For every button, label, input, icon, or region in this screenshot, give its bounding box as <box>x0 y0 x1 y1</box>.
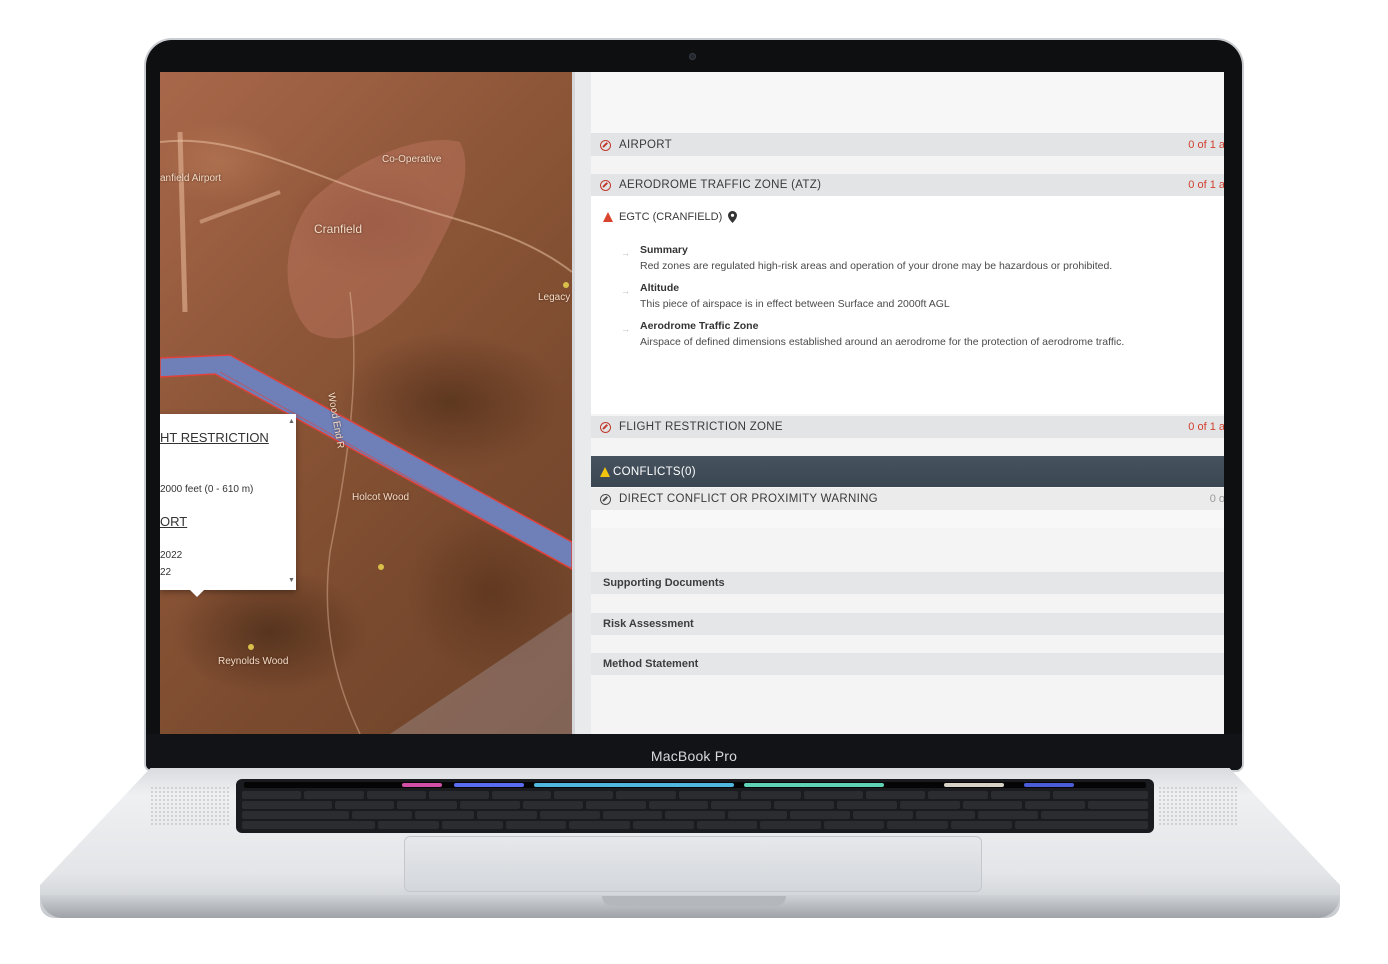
conflicts-header[interactable]: CONFLICTS(0) <box>591 456 1224 487</box>
ban-icon <box>600 179 611 191</box>
conflicts-label: CONFLICTS(0) <box>613 465 696 478</box>
speaker-grille <box>150 786 230 826</box>
popup-title-airport: ORT <box>160 514 188 529</box>
section-label: AERODROME TRAFFIC ZONE (ATZ) <box>619 179 822 191</box>
touch-bar <box>244 782 1146 788</box>
tree-icon <box>563 282 569 288</box>
detail-text-atz: Airspace of defined dimensions establish… <box>640 336 1125 348</box>
assessment-panel: AIRPORT 0 of 1 a AERODROME TRAFFIC ZONE … <box>572 72 1224 734</box>
panel-content: AIRPORT 0 of 1 a AERODROME TRAFFIC ZONE … <box>591 72 1224 734</box>
map-panel[interactable]: anfield Airport Co-Operative Cranfield L… <box>160 72 572 734</box>
zone-info-popup[interactable]: HT RESTRICTION 2000 feet (0 - 610 m) ORT… <box>160 414 296 597</box>
map-label-reynolds: Reynolds Wood <box>218 656 289 667</box>
arrow-icon: → <box>621 286 630 296</box>
detail-title-summary: Summary <box>640 244 688 256</box>
speaker-grille <box>1158 786 1238 826</box>
keyboard <box>236 779 1154 833</box>
section-label: FLIGHT RESTRICTION ZONE <box>619 421 783 433</box>
lid-notch <box>602 896 786 906</box>
atz-name: EGTC (CRANFIELD) <box>619 211 723 223</box>
popup-title-restriction: HT RESTRICTION <box>160 430 269 445</box>
doc-label: Supporting Documents <box>603 577 725 589</box>
warning-icon <box>600 466 610 477</box>
warning-icon <box>603 212 613 222</box>
detail-title-altitude: Altitude <box>640 282 680 294</box>
trackpad <box>404 836 982 892</box>
map-label-town: Cranfield <box>314 222 363 236</box>
tree-icon <box>248 644 254 650</box>
panel-header-area <box>591 72 1224 134</box>
popup-altitude: 2000 feet (0 - 610 m) <box>160 484 254 495</box>
section-atz[interactable]: AERODROME TRAFFIC ZONE (ATZ) 0 of 1 a <box>591 174 1224 196</box>
section-direct-conflict[interactable]: DIRECT CONFLICT OR PROXIMITY WARNING 0 o <box>591 488 1224 510</box>
doc-label: Risk Assessment <box>603 618 694 630</box>
section-count: 0 of 1 a <box>1188 139 1224 151</box>
section-label: AIRPORT <box>619 139 673 151</box>
popup-date-2: 22 <box>160 567 172 578</box>
ban-icon <box>600 493 611 505</box>
section-airport[interactable]: AIRPORT 0 of 1 a <box>591 134 1224 156</box>
doc-method-statement[interactable]: Method Statement <box>591 653 1224 675</box>
detail-text-altitude: This piece of airspace is in effect betw… <box>640 298 950 310</box>
map-pin-icon[interactable] <box>728 211 738 223</box>
conflict-spacer <box>591 510 1224 528</box>
brand-label: MacBook Pro <box>650 748 738 764</box>
atz-item-header[interactable]: EGTC (CRANFIELD) <box>603 211 738 223</box>
doc-supporting-documents[interactable]: Supporting Documents <box>591 572 1224 594</box>
map-label-coop: Co-Operative <box>382 154 442 165</box>
atz-detail: EGTC (CRANFIELD) → Summary Red zones are… <box>591 196 1224 414</box>
doc-label: Method Statement <box>603 658 699 670</box>
section-count: 0 of 1 a <box>1188 179 1224 191</box>
detail-title-atz: Aerodrome Traffic Zone <box>640 320 759 332</box>
screen: anfield Airport Co-Operative Cranfield L… <box>160 72 1224 734</box>
doc-risk-assessment[interactable]: Risk Assessment <box>591 613 1224 635</box>
popup-scrollbar[interactable]: ▲ ▼ <box>288 418 295 584</box>
section-label: DIRECT CONFLICT OR PROXIMITY WARNING <box>619 493 878 505</box>
section-count: 0 of 1 a <box>1188 421 1224 433</box>
ban-icon <box>600 139 611 151</box>
camera-icon <box>689 53 696 60</box>
map-label-holcot: Holcot Wood <box>352 492 410 503</box>
map-label-legacy: Legacy <box>538 292 571 303</box>
map-overlay <box>160 131 572 734</box>
ban-icon <box>600 421 611 433</box>
section-count: 0 o <box>1209 493 1224 505</box>
section-frz[interactable]: FLIGHT RESTRICTION ZONE 0 of 1 a <box>591 416 1224 438</box>
popup-date-1: 2022 <box>160 550 183 561</box>
arrow-icon: → <box>621 324 630 334</box>
arrow-icon: → <box>621 248 630 258</box>
detail-text-summary: Red zones are regulated high-risk areas … <box>640 260 1113 272</box>
tree-icon <box>378 564 384 570</box>
map-label-airport: anfield Airport <box>160 173 222 184</box>
